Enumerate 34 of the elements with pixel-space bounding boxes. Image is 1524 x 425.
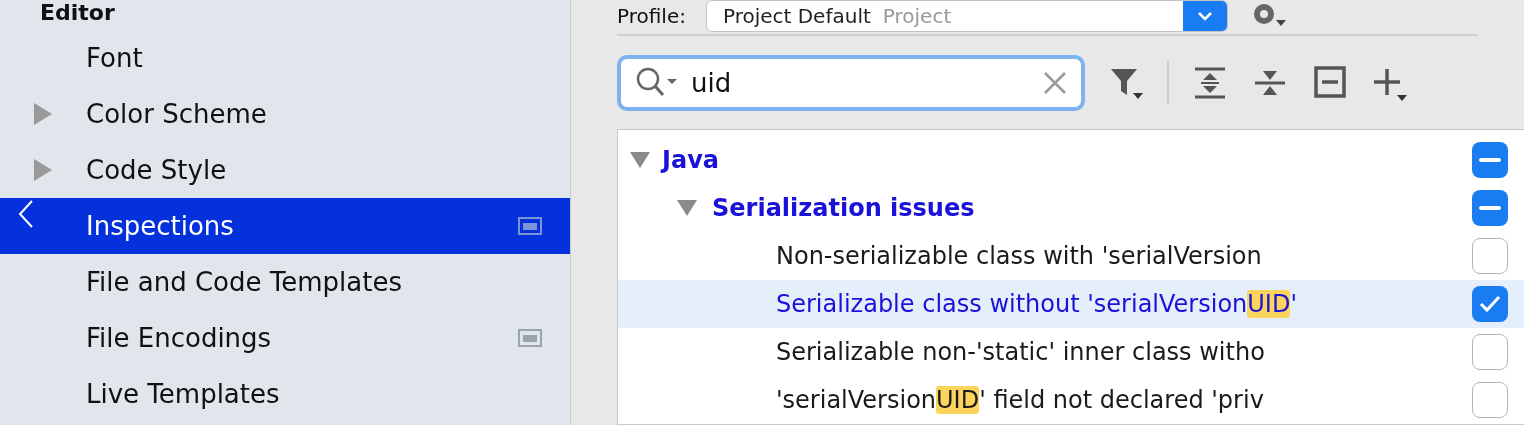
dash-icon	[1479, 158, 1501, 162]
inspection-item[interactable]: 'serialVersionUID' field not declared 'priv	[776, 386, 1264, 414]
clear-icon[interactable]	[1043, 70, 1067, 95]
checkbox[interactable]	[1472, 334, 1508, 370]
inspection-item[interactable]: Non-serializable class with 'serialVersion	[776, 242, 1262, 270]
checkmark-icon	[1479, 295, 1501, 313]
search-icon[interactable]	[635, 66, 679, 99]
expanded-arrow-icon[interactable]	[629, 151, 651, 169]
inspection-item[interactable]: Serializable non-'static' inner class witho	[776, 338, 1265, 366]
collapsed-arrow-icon[interactable]	[33, 158, 53, 182]
sidebar-item[interactable]: Live Templates	[0, 366, 570, 422]
profile-dropdown[interactable]: Project Default Project	[705, 0, 1228, 32]
search-input[interactable]: uid	[689, 66, 1033, 99]
tree-group[interactable]: Serialization issues	[712, 194, 975, 222]
tree-group[interactable]: Java	[662, 146, 719, 174]
expanded-arrow-icon[interactable]	[676, 199, 698, 217]
sidebar-item[interactable]: Color Scheme	[0, 86, 570, 142]
checkbox[interactable]	[1472, 238, 1508, 274]
sidebar-item[interactable]: Inspections	[0, 198, 570, 254]
sidebar-item[interactable]: Font	[0, 30, 570, 86]
sidebar-item[interactable]: File Encodings	[0, 310, 570, 366]
checkbox[interactable]	[1472, 142, 1508, 178]
dash-icon	[1479, 206, 1501, 210]
profile-label: Profile:	[617, 4, 686, 28]
back-chevron-icon[interactable]	[18, 200, 34, 228]
chevron-down-icon	[1196, 11, 1213, 21]
collapsed-arrow-icon[interactable]	[33, 102, 53, 126]
section-header: Editor	[39, 0, 116, 27]
checkbox[interactable]	[1472, 382, 1508, 418]
sidebar-item[interactable]: Code Style	[0, 142, 570, 198]
checkbox[interactable]	[1472, 286, 1508, 322]
checkbox[interactable]	[1472, 190, 1508, 226]
search-field[interactable]: uid	[617, 54, 1085, 111]
sidebar-item[interactable]: File and Code Templates	[0, 254, 570, 310]
